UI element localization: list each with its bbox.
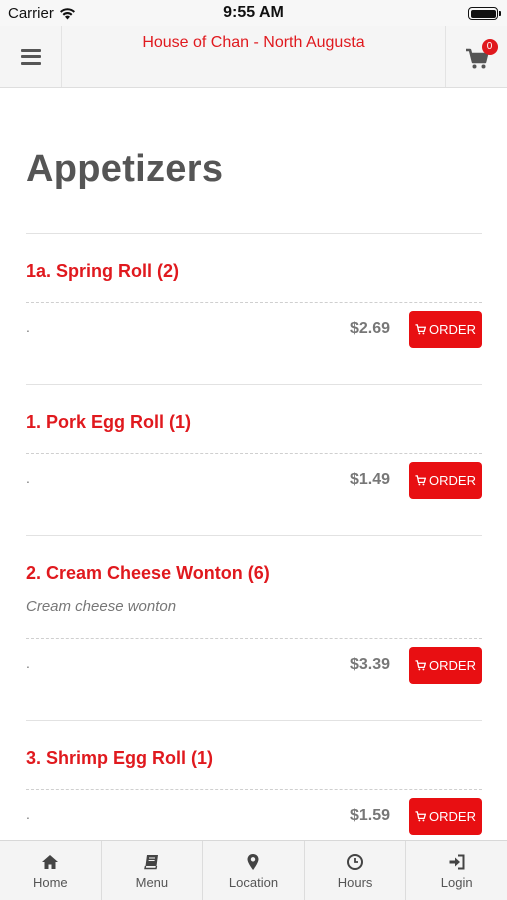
hamburger-icon: [20, 48, 41, 65]
menu-button[interactable]: [0, 26, 62, 87]
tab-label: Menu: [135, 875, 169, 890]
order-button[interactable]: ORDER: [409, 462, 482, 499]
item-price: $3.39: [349, 656, 390, 673]
cart-count-badge: 0: [481, 38, 498, 55]
tab-home[interactable]: Home: [0, 841, 102, 900]
item-name[interactable]: 3. Shrimp Egg Roll (1): [26, 721, 482, 789]
cart-icon: [415, 324, 427, 335]
item-price: $2.69: [349, 320, 390, 337]
tab-hours[interactable]: Hours: [305, 841, 407, 900]
clock-icon: [347, 854, 364, 870]
cart-icon: [415, 660, 427, 671]
item-detail: .: [26, 319, 30, 335]
menu-item: 1a. Spring Roll (2) . $2.69 ORDER: [26, 233, 482, 384]
item-detail: .: [26, 806, 30, 822]
item-price: $1.49: [349, 471, 390, 488]
sign-in-icon: [449, 854, 465, 870]
order-button[interactable]: ORDER: [409, 647, 482, 684]
tab-menu[interactable]: Menu: [102, 841, 204, 900]
item-name[interactable]: 2. Cream Cheese Wonton (6): [26, 536, 482, 604]
item-detail: .: [26, 470, 30, 486]
tab-label: Login: [440, 875, 473, 890]
order-label: ORDER: [429, 322, 476, 337]
tab-label: Location: [228, 875, 279, 890]
order-button[interactable]: ORDER: [409, 311, 482, 348]
item-order-row: . $1.59 ORDER: [26, 789, 482, 840]
cart-icon: [415, 811, 427, 822]
menu-item: 2. Cream Cheese Wonton (6) Cream cheese …: [26, 535, 482, 720]
status-bar: Carrier 9:55 AM: [0, 0, 507, 26]
tab-label: Home: [32, 875, 68, 890]
item-order-row: . $2.69 ORDER: [26, 302, 482, 384]
map-marker-icon: [247, 854, 259, 870]
item-description: Cream cheese wonton: [26, 598, 177, 615]
item-detail: .: [26, 655, 30, 671]
menu-item: 1. Pork Egg Roll (1) . $1.49 ORDER: [26, 384, 482, 535]
item-name[interactable]: 1a. Spring Roll (2): [26, 234, 482, 302]
menu-item: 3. Shrimp Egg Roll (1) . $1.59 ORDER: [26, 720, 482, 840]
cart-button[interactable]: 0: [445, 26, 507, 87]
item-price: $1.59: [349, 807, 390, 824]
tab-label: Hours: [337, 875, 373, 890]
app-header: House of Chan - North Augusta 0: [0, 26, 507, 88]
item-order-row: . $1.49 ORDER: [26, 453, 482, 535]
tab-login[interactable]: Login: [406, 841, 507, 900]
item-order-row: . $3.39 ORDER: [26, 638, 482, 720]
bottom-tab-bar: Home Menu Location Hours Login: [0, 840, 507, 900]
battery-icon: [468, 7, 501, 20]
item-name[interactable]: 1. Pork Egg Roll (1): [26, 385, 482, 453]
book-icon: [144, 855, 158, 870]
tab-location[interactable]: Location: [203, 841, 305, 900]
menu-content: Appetizers 1a. Spring Roll (2) . $2.69 O…: [0, 88, 507, 840]
status-time: 9:55 AM: [223, 4, 284, 21]
section-title: Appetizers: [26, 148, 224, 190]
header-title: House of Chan - North Augusta: [142, 34, 365, 51]
cart-icon: [415, 475, 427, 486]
order-label: ORDER: [429, 658, 476, 673]
order-label: ORDER: [429, 473, 476, 488]
menu-item-list: 1a. Spring Roll (2) . $2.69 ORDER 1. Por…: [26, 233, 482, 840]
home-icon: [42, 855, 59, 869]
order-button[interactable]: ORDER: [409, 798, 482, 835]
order-label: ORDER: [429, 809, 476, 824]
